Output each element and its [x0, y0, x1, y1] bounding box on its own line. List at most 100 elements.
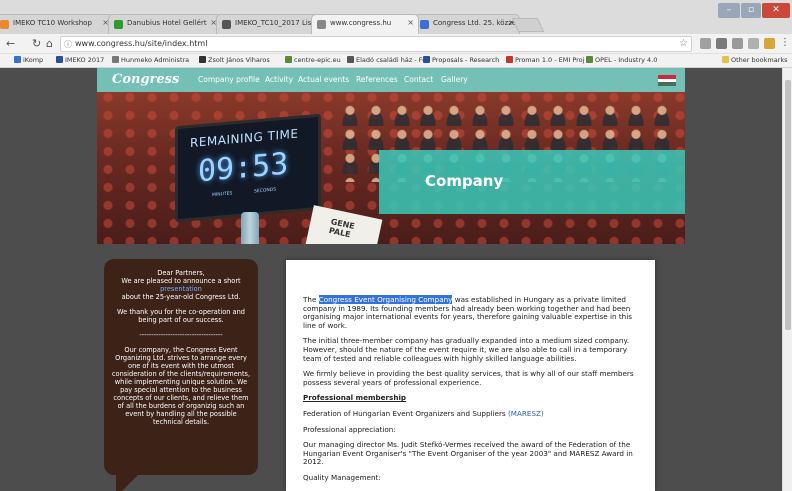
federation-text: Federation of Hungarian Event Organizers…: [303, 408, 506, 418]
bubble-divider: -----------------------------------: [139, 331, 223, 339]
extension-icon[interactable]: [748, 38, 759, 49]
extension-icon[interactable]: [732, 38, 743, 49]
tab-favicon: [0, 20, 9, 29]
menu-icon[interactable]: ⋮: [780, 37, 790, 48]
bookmark-label: Other bookmarks: [731, 56, 788, 64]
bookmark-item[interactable]: Proposals - Research: [423, 56, 499, 64]
bookmark-item[interactable]: OPEL - Industry 4.0: [586, 56, 657, 64]
bubble-thanks: We thank you for the co-operation and be…: [117, 308, 245, 324]
scrollbar-thumb[interactable]: [785, 80, 791, 330]
bookmark-item[interactable]: Hunmeko Administra: [112, 56, 189, 64]
back-icon[interactable]: ←: [6, 37, 15, 50]
timer-seconds-label: SECONDS: [254, 187, 277, 195]
tab-favicon: [222, 20, 231, 29]
home-icon[interactable]: ⌂: [46, 37, 53, 50]
bubble-about: about the 25-year-old Congress Ltd.: [121, 293, 241, 301]
bookmark-label: OPEL - Industry 4.0: [595, 56, 658, 64]
bubble-greeting: Dear Partners,: [157, 269, 205, 277]
bookmark-favicon: [199, 56, 206, 63]
tab-congress-active[interactable]: www.congress.hu ×: [311, 14, 419, 34]
bookmark-label: Zsolt János Viharos: [208, 56, 270, 64]
tab-favicon: [317, 20, 326, 29]
reload-icon[interactable]: ↻: [32, 37, 41, 50]
address-bar[interactable]: ⓘ www.congress.hu/site/index.html ☆: [60, 36, 692, 52]
tab-label: Danubius Hotel Gellért: [127, 19, 207, 27]
tab-congress-ltd[interactable]: Congress Ltd. 25. közzé ×: [414, 14, 520, 34]
page-viewport: Congress Company profile Activity Actual…: [0, 68, 792, 491]
tab-danubius-hotel[interactable]: Danubius Hotel Gellért ×: [108, 14, 222, 34]
timer-digits: 09:53: [198, 146, 289, 190]
bookmark-favicon: [14, 56, 21, 63]
other-bookmarks[interactable]: Other bookmarks: [722, 56, 788, 64]
presentation-link[interactable]: presentation: [160, 285, 202, 293]
bookmark-label: Proman 1.0 - EMI Proj: [515, 56, 585, 64]
page-scrollbar[interactable]: [782, 68, 792, 491]
url-text: www.congress.hu/site/index.html: [75, 39, 208, 48]
hero-image: REMAINING TIME 09:53 MINUTES SECONDS GEN…: [97, 92, 685, 244]
window-close-button[interactable]: ✕: [762, 3, 790, 18]
nav-activity[interactable]: Activity: [265, 75, 293, 84]
quality-paragraph: We firmly believe in providing the best …: [303, 369, 634, 387]
bookmark-favicon: [285, 56, 292, 63]
bookmark-label: centre-epic.eu: [294, 56, 341, 64]
federation-line: Federation of Hungarian Event Organizers…: [303, 408, 637, 419]
window-maximize-button[interactable]: ▫: [741, 3, 761, 18]
tab-close-icon[interactable]: ×: [407, 18, 414, 27]
nav-company-profile[interactable]: Company profile: [198, 75, 260, 84]
bookmark-item[interactable]: Eladó családi ház - Fó: [347, 56, 426, 64]
nav-references[interactable]: References: [356, 75, 398, 84]
bookmark-favicon: [347, 56, 354, 63]
bookmark-favicon: [423, 56, 430, 63]
tab-label: www.congress.hu: [330, 19, 392, 27]
name-card-text: GENE PALE: [328, 217, 356, 240]
nav-actual-events[interactable]: Actual events: [298, 75, 349, 84]
bookmark-label: Proposals - Research: [432, 56, 500, 64]
tab-imeko-workshop[interactable]: IMEKO TC10 Workshop ×: [0, 14, 114, 34]
bubble-tail: [116, 473, 140, 491]
info-icon[interactable]: ⓘ: [64, 39, 72, 50]
water-bottle: [241, 212, 259, 244]
site-nav-bar: Congress Company profile Activity Actual…: [97, 68, 685, 92]
tab-favicon: [420, 20, 429, 29]
quality-management-label: Quality Management:: [303, 472, 381, 482]
bookmark-item[interactable]: Proman 1.0 - EMI Proj: [506, 56, 584, 64]
bubble-mission: Our company, the Congress Event Organizi…: [111, 346, 251, 426]
bookmark-favicon: [586, 56, 593, 63]
maresz-link[interactable]: (MARESZ): [508, 409, 544, 418]
site-logo[interactable]: Congress: [112, 72, 179, 87]
bookmark-star-icon[interactable]: ☆: [679, 38, 688, 49]
bookmark-item[interactable]: IMEKO 2017: [56, 56, 104, 64]
bookmark-label: Eladó családi ház - Fó: [356, 56, 427, 64]
browser-toolbar: ← ↻ ⌂ ⓘ www.congress.hu/site/index.html …: [0, 34, 792, 54]
folder-icon: [722, 56, 729, 63]
nav-contact[interactable]: Contact: [404, 75, 433, 84]
intro-paragraph: The Congress Event Organising Company wa…: [303, 295, 637, 330]
bookmark-favicon: [112, 56, 119, 63]
bookmark-label: IMEKO 2017: [65, 56, 105, 64]
new-tab-button[interactable]: [511, 18, 545, 32]
window-minimize-button[interactable]: –: [718, 3, 740, 18]
tab-label: IMEKO TC10 Workshop: [13, 19, 92, 27]
bookmark-favicon: [506, 56, 513, 63]
bookmark-label: Hunmeko Administra: [121, 56, 190, 64]
content-card: The Congress Event Organising Company wa…: [286, 260, 655, 491]
browser-tabstrip: IMEKO TC10 Workshop × Danubius Hotel Gel…: [0, 0, 792, 34]
appreciation-label: Professional appreciation:: [303, 424, 396, 434]
bookmark-item[interactable]: Zsolt János Viharos: [199, 56, 270, 64]
extension-icon[interactable]: [700, 38, 711, 49]
bookmarks-bar: iKomp IMEKO 2017 Hunmeko Administra Zsol…: [0, 54, 792, 68]
tab-favicon: [114, 20, 123, 29]
bookmark-item[interactable]: centre-epic.eu: [285, 56, 341, 64]
bookmark-favicon: [56, 56, 63, 63]
extension-icon[interactable]: [716, 38, 727, 49]
nav-gallery[interactable]: Gallery: [441, 75, 468, 84]
membership-heading: Professional membership: [303, 393, 407, 403]
bookmark-item[interactable]: iKomp: [14, 56, 43, 64]
extension-icon[interactable]: [764, 38, 775, 49]
language-flag-icon[interactable]: [658, 75, 676, 86]
growth-paragraph: The initial three-member company has gra…: [303, 336, 629, 363]
countdown-timer: REMAINING TIME 09:53 MINUTES SECONDS: [175, 113, 321, 223]
bookmark-label: iKomp: [23, 56, 44, 64]
tab-label: IMEKO_TC10_2017 List: [235, 19, 315, 27]
tab-label: Congress Ltd. 25. közzé: [433, 19, 517, 27]
